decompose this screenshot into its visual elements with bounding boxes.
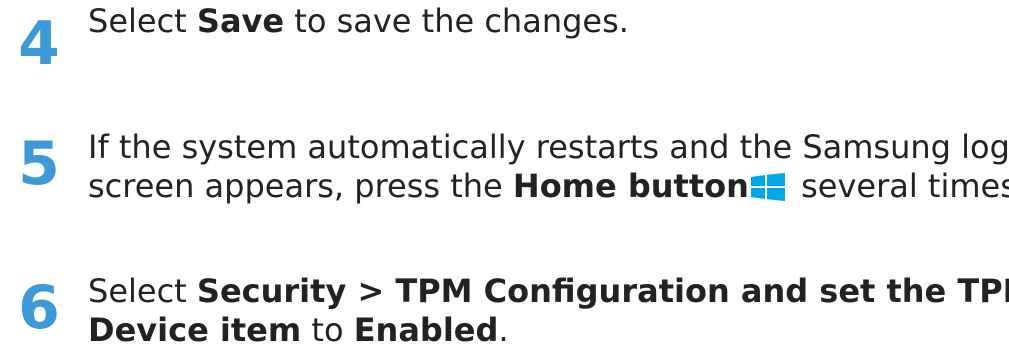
step-number: 5	[18, 129, 60, 199]
step-number: 4	[18, 9, 60, 79]
step-number: 6	[18, 273, 60, 343]
text-run: If the system automatically restarts and…	[88, 128, 1009, 166]
bold-term-enabled: Enabled	[353, 311, 499, 349]
step-instruction: Select Save to save the changes.	[88, 2, 1008, 41]
instruction-line: Select Save to save the changes.	[88, 2, 1008, 41]
step-instruction: Select Security > TPM Configuration and …	[88, 272, 1009, 350]
instruction-line: If the system automatically restarts and…	[88, 128, 1009, 167]
bold-term-security-path: Security > TPM Configuration and set the…	[196, 272, 1009, 310]
bold-term-device-item: Device item	[88, 311, 302, 349]
instruction-line: Device item to Enabled.	[88, 311, 1008, 350]
text-run: Select	[88, 272, 197, 310]
text-run: several times.	[790, 167, 1009, 205]
text-run: Select	[88, 2, 197, 40]
windows-logo-icon	[750, 171, 785, 201]
step-instruction: If the system automatically restarts and…	[88, 128, 1009, 206]
instruction-line: Select Security > TPM Configuration and …	[88, 272, 1009, 311]
text-run: .	[498, 311, 509, 349]
bold-term-save: Save	[196, 2, 285, 40]
bold-term-home-button: Home button	[512, 167, 749, 205]
text-run: to	[301, 311, 354, 349]
text-run: to save the changes.	[284, 2, 629, 40]
text-run: screen appears, press the	[88, 167, 513, 205]
instruction-line: screen appears, press the Home button se…	[88, 167, 1009, 206]
